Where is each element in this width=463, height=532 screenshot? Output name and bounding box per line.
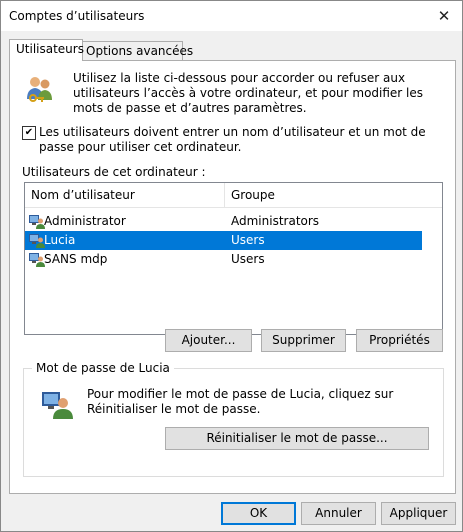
- password-group-text: Pour modifier le mot de passe de Lucia, …: [87, 387, 394, 416]
- list-header: Nom d’utilisateur Groupe: [25, 183, 442, 208]
- add-button[interactable]: Ajouter...: [165, 329, 252, 352]
- username-cell: Lucia: [44, 233, 76, 247]
- tab-utilisateurs[interactable]: Utilisateurs: [9, 39, 84, 61]
- reset-password-button[interactable]: Réinitialiser le mot de passe...: [165, 427, 429, 450]
- user-computer-icon: [29, 253, 45, 267]
- column-header-username[interactable]: Nom d’utilisateur: [31, 188, 135, 202]
- password-groupbox: Mot de passe de Lucia Pour modifier le m…: [23, 361, 444, 477]
- list-row-sans-mdp[interactable]: SANS mdp Users: [25, 250, 422, 269]
- users-keys-icon: [27, 77, 52, 102]
- ok-button[interactable]: OK: [221, 502, 296, 525]
- user-computer-icon: [29, 215, 45, 229]
- window-title: Comptes d’utilisateurs: [9, 9, 145, 23]
- tab-options-avancees[interactable]: Options avancées: [79, 41, 193, 60]
- user-accounts-window: Comptes d’utilisateurs ✕ Utilisateurs Op…: [0, 0, 463, 532]
- group-cell: Users: [231, 252, 265, 266]
- username-cell: SANS mdp: [44, 252, 108, 266]
- close-icon[interactable]: ✕: [434, 6, 454, 26]
- users-list-label: Utilisateurs de cet ordinateur :: [22, 165, 206, 179]
- group-cell: Administrators: [231, 214, 320, 228]
- cancel-button[interactable]: Annuler: [301, 502, 376, 525]
- require-login-checkbox[interactable]: ✔: [22, 126, 36, 140]
- list-row-lucia[interactable]: Lucia Users: [25, 231, 422, 250]
- users-list[interactable]: Nom d’utilisateur Groupe Administrator A…: [24, 182, 443, 335]
- require-login-label[interactable]: Les utilisateurs doivent entrer un nom d…: [39, 125, 449, 155]
- column-divider[interactable]: [224, 183, 225, 207]
- column-header-group[interactable]: Groupe: [231, 188, 275, 202]
- remove-button[interactable]: Supprimer: [261, 329, 346, 352]
- list-row-administrator[interactable]: Administrator Administrators: [25, 212, 422, 231]
- password-group-title: Mot de passe de Lucia: [32, 361, 174, 375]
- info-text: Utilisez la liste ci-dessous pour accord…: [73, 71, 424, 115]
- title-bar: Comptes d’utilisateurs ✕: [1, 1, 462, 31]
- apply-button[interactable]: Appliquer: [381, 502, 456, 525]
- username-cell: Administrator: [44, 214, 126, 228]
- users-tab-panel: Utilisez la liste ci-dessous pour accord…: [9, 60, 456, 494]
- properties-button[interactable]: Propriétés: [356, 329, 443, 352]
- group-cell: Users: [231, 233, 265, 247]
- user-password-icon: [42, 392, 73, 419]
- user-computer-icon: [29, 234, 45, 248]
